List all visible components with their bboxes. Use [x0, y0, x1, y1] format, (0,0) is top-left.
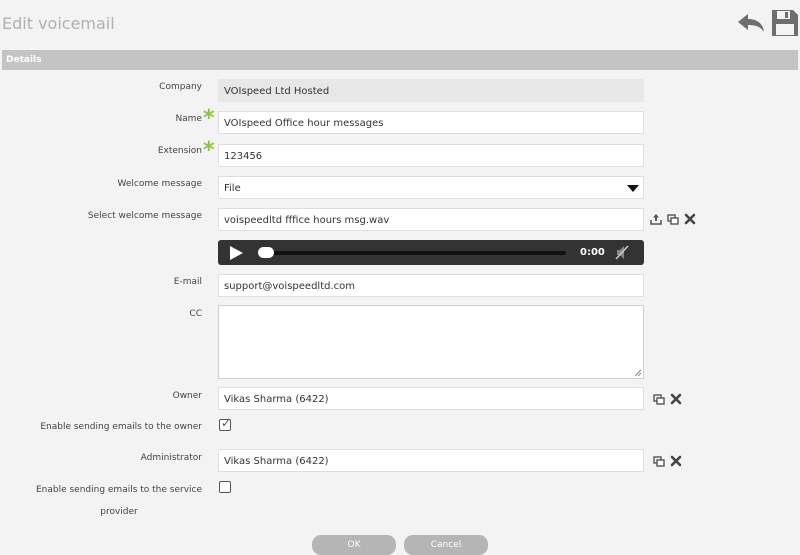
- welcome-message-select[interactable]: File: [218, 176, 644, 199]
- administrator-field[interactable]: Vikas Sharma (6422): [218, 449, 644, 472]
- copy-icon[interactable]: [653, 455, 665, 467]
- play-icon[interactable]: [230, 246, 243, 260]
- cc-textarea[interactable]: [218, 305, 644, 379]
- copy-icon[interactable]: [667, 213, 679, 225]
- copy-icon[interactable]: [653, 393, 665, 405]
- name-label: Name: [175, 114, 202, 124]
- name-input[interactable]: VOIspeed Office hour messages: [218, 111, 644, 134]
- extension-input[interactable]: 123456: [218, 144, 644, 167]
- enable-provider-emails-label: Enable sending emails to the service pro…: [35, 485, 203, 517]
- clear-icon[interactable]: [670, 455, 682, 467]
- resize-grip-icon[interactable]: [634, 369, 642, 377]
- clear-icon[interactable]: [684, 213, 696, 225]
- section-header-details: Details: [2, 50, 798, 70]
- back-icon[interactable]: [737, 12, 765, 34]
- welcome-message-label: Welcome message: [117, 179, 202, 189]
- administrator-label: Administrator: [140, 453, 202, 463]
- save-icon[interactable]: [771, 9, 799, 37]
- required-icon: *: [203, 138, 215, 163]
- owner-label: Owner: [172, 391, 202, 401]
- clear-icon[interactable]: [670, 393, 682, 405]
- required-icon: *: [203, 106, 215, 131]
- footer-bar: [0, 523, 800, 555]
- enable-owner-emails-checkbox[interactable]: ✓: [219, 416, 232, 431]
- email-label: E-mail: [173, 277, 202, 287]
- company-label: Company: [159, 82, 202, 92]
- cc-label: CC: [189, 309, 202, 319]
- playback-time: 0:00: [580, 247, 605, 258]
- ok-button[interactable]: OK: [312, 535, 396, 555]
- dropdown-caret-icon: [627, 185, 639, 192]
- email-input[interactable]: support@voispeedltd.com: [218, 274, 644, 297]
- cancel-button[interactable]: Cancel: [404, 535, 488, 555]
- enable-provider-emails-checkbox[interactable]: [219, 481, 231, 493]
- seek-handle[interactable]: [258, 247, 274, 258]
- enable-owner-emails-label: Enable sending emails to the owner: [40, 422, 202, 432]
- page-title: Edit voicemail: [2, 14, 115, 33]
- owner-field[interactable]: Vikas Sharma (6422): [218, 387, 644, 410]
- extension-label: Extension: [157, 146, 202, 156]
- upload-icon[interactable]: [650, 213, 662, 225]
- audio-player: 0:00: [218, 240, 644, 265]
- company-field: VOIspeed Ltd Hosted: [218, 79, 644, 102]
- welcome-file-field[interactable]: voispeedltd fffice hours msg.wav: [218, 208, 644, 231]
- seek-bar[interactable]: [260, 251, 566, 255]
- welcome-message-value: File: [224, 183, 241, 194]
- checkmark-icon: ✓: [221, 416, 232, 430]
- select-welcome-message-label: Select welcome message: [87, 211, 202, 221]
- volume-muted-icon[interactable]: [615, 245, 629, 260]
